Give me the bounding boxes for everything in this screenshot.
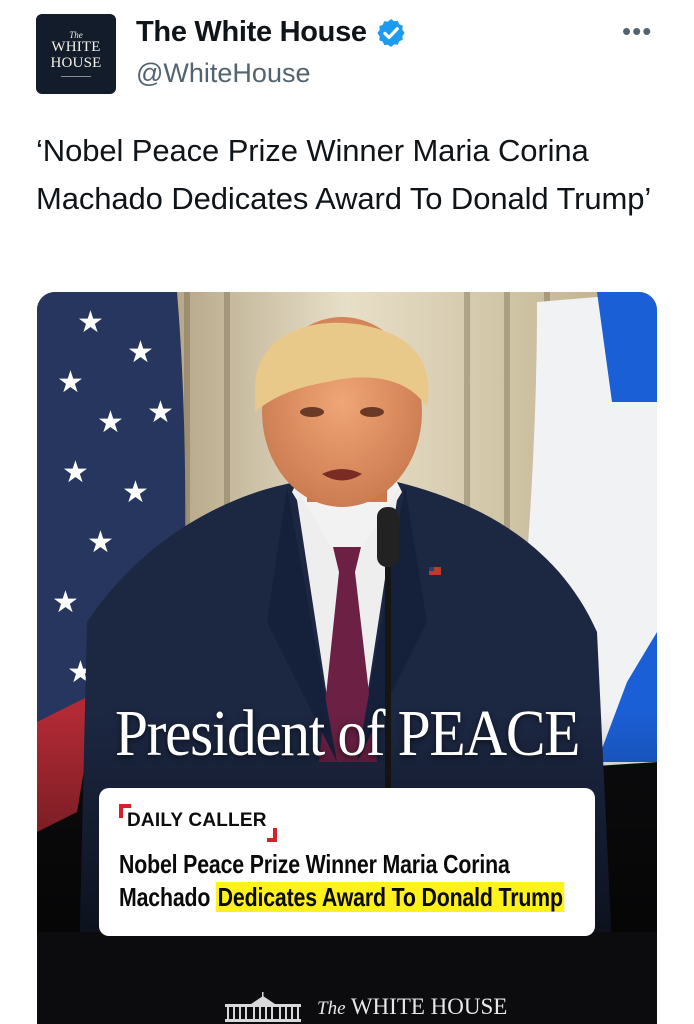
footer-name: WHITE HOUSE bbox=[350, 994, 508, 1019]
avatar[interactable]: The WHITE HOUSE bbox=[36, 14, 116, 94]
display-name[interactable]: The White House bbox=[136, 16, 367, 49]
author-name-row: The White House bbox=[136, 16, 407, 49]
avatar-white-text: WHITE bbox=[51, 38, 101, 55]
footer-the: The bbox=[317, 998, 346, 1019]
svg-text:★: ★ bbox=[62, 455, 89, 490]
footer-wordmark: The WHITE HOUSE bbox=[317, 994, 507, 1020]
account-handle[interactable]: @WhiteHouse bbox=[136, 58, 310, 89]
tweet-text: ‘Nobel Peace Prize Winner Maria Corina M… bbox=[36, 133, 652, 216]
logo-text: DAILY CALLER bbox=[127, 810, 267, 831]
svg-text:★: ★ bbox=[77, 305, 104, 340]
svg-text:★: ★ bbox=[52, 585, 79, 620]
logo-bracket-right bbox=[266, 828, 277, 842]
svg-text:★: ★ bbox=[87, 525, 114, 560]
news-headline: Nobel Peace Prize Winner Maria Corina Ma… bbox=[119, 848, 578, 914]
avatar-rule bbox=[61, 76, 91, 78]
daily-caller-logo: DAILY CALLER bbox=[119, 804, 277, 842]
avatar-house-text: HOUSE bbox=[50, 54, 102, 71]
svg-text:★: ★ bbox=[122, 475, 149, 510]
svg-text:★: ★ bbox=[127, 335, 154, 370]
tweet-media-image[interactable]: ★★★ ★★★ ★★★ ★★★ bbox=[37, 292, 657, 1024]
logo-bracket-left bbox=[119, 804, 131, 818]
overlay-title: President of PEACE bbox=[114, 697, 580, 770]
news-card: DAILY CALLER Nobel Peace Prize Winner Ma… bbox=[99, 788, 595, 936]
svg-text:★: ★ bbox=[97, 405, 124, 440]
white-house-building-icon bbox=[225, 992, 301, 1022]
svg-text:★: ★ bbox=[147, 395, 174, 430]
white-house-footer-logo: The WHITE HOUSE bbox=[223, 992, 507, 1022]
headline-highlight: Dedicates Award To Donald Trump bbox=[216, 882, 565, 912]
verified-badge-icon bbox=[377, 18, 405, 47]
svg-text:★: ★ bbox=[57, 365, 84, 400]
more-options-icon[interactable]: ••• bbox=[622, 18, 652, 44]
